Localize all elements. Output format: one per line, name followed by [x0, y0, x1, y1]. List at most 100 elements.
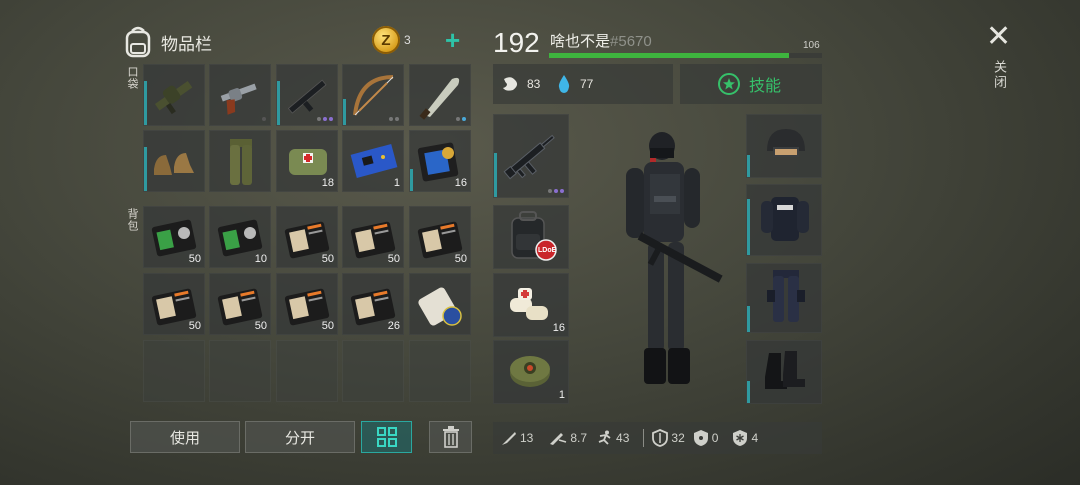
- cold-value: 4: [751, 431, 759, 445]
- revolver-icon: [220, 83, 257, 115]
- inventory-slot-recipe-book[interactable]: 50: [276, 206, 338, 268]
- inventory-slot-recipe-book[interactable]: 50: [143, 273, 205, 335]
- inventory-slot-camo-pants[interactable]: [209, 130, 271, 192]
- rarity-dots: [389, 117, 399, 121]
- item-qty: 1: [393, 177, 400, 189]
- empty-slot[interactable]: [276, 340, 338, 402]
- speed-value: 43: [616, 431, 630, 445]
- item-qty: 50: [387, 253, 400, 265]
- item-qty: 50: [188, 253, 201, 265]
- assault-rifle-icon: [287, 79, 327, 114]
- add-coins-button[interactable]: +: [445, 27, 460, 53]
- item-qty: 50: [254, 320, 267, 332]
- inventory-slot-boots[interactable]: [143, 130, 205, 192]
- empty-slot[interactable]: [209, 340, 271, 402]
- item-qty: 26: [387, 320, 400, 332]
- inventory-slot-recipe-book[interactable]: 26: [342, 273, 404, 335]
- inventory-slot-machete[interactable]: [409, 64, 471, 126]
- inventory-slot-bow[interactable]: [342, 64, 404, 126]
- speed-stat: 43: [595, 430, 629, 446]
- sort-grid-button[interactable]: [361, 421, 412, 453]
- inventory-slot-grenade-launcher[interactable]: [143, 64, 205, 126]
- coin-count: 3: [404, 33, 411, 47]
- police-map-scroll-icon: [418, 287, 462, 326]
- rarity-dots: [456, 117, 466, 121]
- helmet-icon: [767, 129, 805, 157]
- character-model: [626, 132, 723, 384]
- skills-label: 技能: [749, 78, 782, 95]
- bandage-icon: [510, 288, 548, 320]
- inventory-slot-green-id-card[interactable]: 10: [209, 206, 271, 268]
- pocket-label: 口袋: [126, 66, 138, 90]
- empty-slot[interactable]: [409, 340, 471, 402]
- assault-rifle-icon: [503, 134, 555, 180]
- split-button[interactable]: 分开: [245, 421, 355, 453]
- empty-slot[interactable]: [143, 340, 205, 402]
- ldoe-badge: LDoE: [538, 247, 557, 254]
- ranged-value: 8.7: [570, 431, 588, 445]
- hunger-value: 83: [527, 77, 541, 91]
- star-icon: [718, 73, 740, 95]
- inventory-slot-police-badge[interactable]: 16: [409, 130, 471, 192]
- radiation-stat: 0: [693, 429, 719, 447]
- trash-button[interactable]: [429, 421, 472, 453]
- inventory-slot-recipe-book[interactable]: 50: [276, 273, 338, 335]
- inventory-slot-recipe-book[interactable]: 50: [209, 273, 271, 335]
- backpack-icon: [125, 26, 151, 58]
- vest-slot[interactable]: [746, 184, 822, 256]
- backpack-slot[interactable]: LDoE: [493, 205, 569, 269]
- player-name-line: 啥也不是#5670: [550, 30, 652, 51]
- circuit-board-icon: [350, 143, 398, 179]
- inventory-slot-police-map-scroll[interactable]: [409, 273, 471, 335]
- gun-swing-icon: [550, 433, 567, 445]
- inventory-slot-green-id-card[interactable]: 50: [143, 206, 205, 268]
- item-qty: 50: [188, 320, 201, 332]
- ranged-stat: 8.7: [549, 430, 587, 446]
- inventory-slot-circuit-board[interactable]: 1: [342, 130, 404, 192]
- use-button[interactable]: 使用: [130, 421, 240, 453]
- inventory-slot-revolver[interactable]: [209, 64, 271, 126]
- backpack-label: 背包: [126, 208, 138, 232]
- close-label: 关闭: [992, 60, 1007, 90]
- trap-slot[interactable]: 1: [493, 340, 569, 404]
- inventory-slot-assault-rifle[interactable]: [276, 64, 338, 126]
- helmet-slot[interactable]: [746, 114, 822, 178]
- grenade-launcher-icon: [154, 81, 193, 115]
- item-qty: 10: [254, 253, 267, 265]
- xp-bar-fill: [549, 53, 790, 58]
- empty-slot[interactable]: [342, 340, 404, 402]
- stomach-icon: [503, 77, 518, 91]
- inventory-slot-recipe-book[interactable]: 50: [342, 206, 404, 268]
- radiation-value: 0: [711, 431, 719, 445]
- weapon-slot[interactable]: [493, 114, 569, 198]
- xp-bar: [549, 53, 822, 58]
- inventory-header: 物品栏: [123, 22, 212, 62]
- camo-pants-icon: [230, 139, 252, 185]
- armor-value: 32: [671, 431, 685, 445]
- boots-slot[interactable]: [746, 340, 822, 404]
- close-button[interactable]: ✕: [986, 22, 1011, 52]
- tactical-pants-icon: [767, 270, 805, 322]
- running-icon: [598, 430, 611, 445]
- pants-slot[interactable]: [746, 263, 822, 333]
- skills-button[interactable]: 技能: [680, 64, 822, 104]
- coin-icon: Z: [372, 26, 400, 54]
- player-name: 啥也不是: [550, 33, 611, 50]
- grid-icon: [376, 427, 397, 447]
- armor-stat: 32: [652, 429, 685, 447]
- combat-stats-bar: 13 8.7 43 32 0 4: [493, 422, 822, 454]
- item-qty: 18: [321, 177, 334, 189]
- trap-qty: 1: [558, 389, 565, 401]
- combat-boots-icon: [765, 351, 805, 389]
- bow-icon: [353, 75, 394, 116]
- landmine-icon: [510, 356, 550, 387]
- weapon-rarity-dots: [548, 189, 564, 193]
- tactical-backpack-icon: [511, 211, 557, 261]
- bandage-slot[interactable]: 16: [493, 273, 569, 337]
- item-qty: 50: [321, 320, 334, 332]
- cold-stat: 4: [732, 429, 758, 447]
- trash-icon: [442, 426, 459, 448]
- inventory-slot-recipe-book[interactable]: 50: [409, 206, 471, 268]
- inventory-slot-medkit-bag[interactable]: 18: [276, 130, 338, 192]
- knife-icon: [502, 432, 516, 445]
